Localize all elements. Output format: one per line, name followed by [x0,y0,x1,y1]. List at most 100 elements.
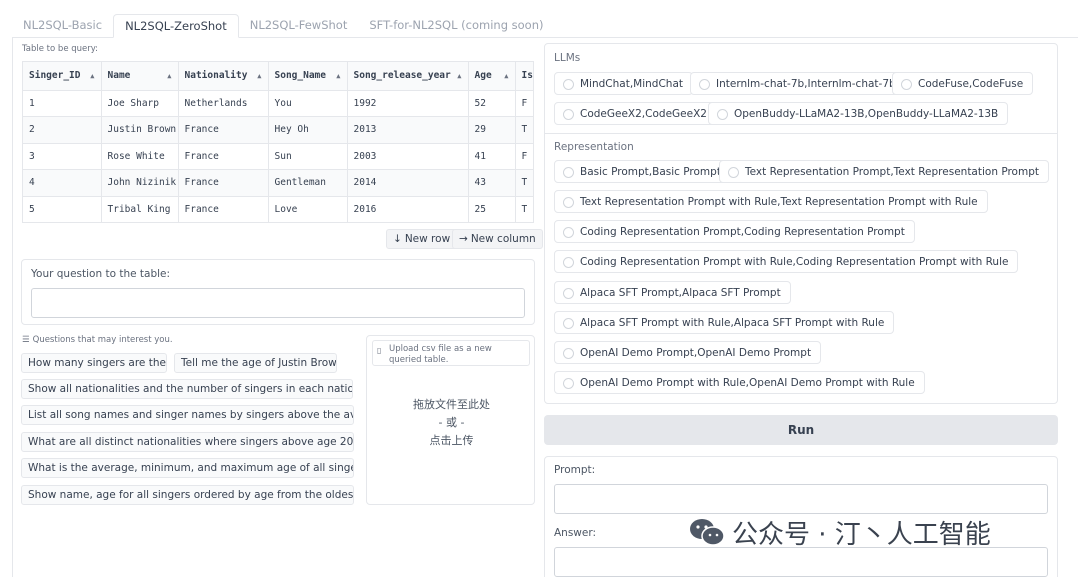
arrow-down-icon: ↓ [393,233,402,245]
table-cell[interactable]: F [515,90,533,117]
table-cell[interactable]: 29 [468,116,516,144]
llm-option-codefuse[interactable]: CodeFuse,CodeFuse [892,72,1034,95]
sort-arrow-icon[interactable]: ▲ [90,72,94,80]
representation-option[interactable]: Coding Representation Prompt,Coding Repr… [554,220,915,243]
table-cell[interactable]: John Nizinik [101,169,179,197]
table-cell[interactable]: 2 [23,116,102,144]
list-icon: ☰ [22,335,30,345]
tab-nl2sql-fewshot[interactable]: NL2SQL-FewShot [239,14,359,38]
llm-option-internlm[interactable]: Internlm-chat-7b,Internlm-chat-7b [690,72,906,95]
column-header-age[interactable]: Age ▲ [468,62,516,91]
tab-nl2sql-basic[interactable]: NL2SQL-Basic [12,14,113,38]
table-cell[interactable]: Sun [268,143,348,170]
question-input[interactable] [31,288,525,318]
representation-label: Representation [554,141,634,153]
table-cell[interactable]: T [515,116,533,144]
new-column-button[interactable]: → New column [452,229,543,249]
table-cell[interactable]: 2016 [347,196,469,222]
example-question[interactable]: Show name, age for all singers ordered b… [21,485,354,505]
table-cell[interactable]: Netherlands [178,90,269,117]
table-cell[interactable]: 2003 [347,143,469,170]
answer-textarea[interactable] [554,547,1048,577]
column-header-song-release-year[interactable]: Song_release_year ▲ [347,62,469,91]
examples-header: ☰ Questions that may interest you. [22,335,173,345]
question-box: Your question to the table: [21,259,535,325]
table-cell[interactable]: T [515,196,533,222]
table-cell[interactable]: Hey Oh [268,116,348,144]
sort-arrow-icon[interactable]: ▲ [167,72,171,80]
example-question[interactable]: What is the average, minimum, and maximu… [21,458,354,478]
llm-option-mindchat[interactable]: MindChat,MindChat [554,72,694,95]
representation-option[interactable]: Text Representation Prompt with Rule,Tex… [554,190,988,213]
upload-dropzone[interactable]: 拖放文件至此处 - 或 - 点击上传 [367,396,536,450]
sort-arrow-icon[interactable]: ▲ [504,72,508,80]
watermark: 公众号 · 汀丶人工智能 [688,514,991,550]
tab-nl2sql-zeroshot[interactable]: NL2SQL-ZeroShot [113,14,239,38]
new-row-label: New row [404,233,451,245]
column-header-singer-id[interactable]: Singer_ID ▲ [23,62,102,91]
radio-icon [563,318,574,329]
representation-option[interactable]: Alpaca SFT Prompt with Rule,Alpaca SFT P… [554,311,895,334]
column-header-is[interactable]: Is_ [515,62,533,91]
new-column-label: New column [470,233,536,245]
table-caption: Table to be query: [22,44,99,54]
table-cell[interactable]: Rose White [101,143,179,170]
table-cell[interactable]: France [178,196,269,222]
table-cell[interactable]: You [268,90,348,117]
section-divider [545,133,1057,134]
llm-option-codegeex2[interactable]: CodeGeeX2,CodeGeeX2 [554,102,717,125]
table-cell[interactable]: Gentleman [268,169,348,197]
table-cell[interactable]: 3 [23,143,102,170]
table-cell[interactable]: Joe Sharp [101,90,179,117]
table-cell[interactable]: France [178,116,269,144]
sort-arrow-icon[interactable]: ▲ [336,72,340,80]
table-cell[interactable]: 5 [23,196,102,222]
table-cell[interactable]: 52 [468,90,516,117]
representation-option[interactable]: Coding Representation Prompt with Rule,C… [554,250,1019,273]
table-cell[interactable]: 41 [468,143,516,170]
upload-area[interactable]: ▯ Upload csv file as a new queried table… [366,335,535,505]
radio-icon [563,79,574,90]
query-table: Singer_ID ▲ Name ▲ Nationality ▲ Song_Name ▲… [22,61,534,223]
table-cell[interactable]: 2013 [347,116,469,144]
table-cell[interactable]: Justin Brown [101,116,179,144]
column-header-nationality[interactable]: Nationality ▲ [178,62,269,91]
upload-or-text: - 或 - [438,416,465,429]
table-cell[interactable]: 43 [468,169,516,197]
representation-option[interactable]: Alpaca SFT Prompt,Alpaca SFT Prompt [554,281,791,304]
example-question[interactable]: Tell me the age of Justin Brown. [174,353,337,373]
tab-sft-for-nl2sql[interactable]: SFT-for-NL2SQL (coming soon) [358,14,554,38]
representation-option[interactable]: Text Representation Prompt,Text Represen… [719,160,1049,183]
table-cell[interactable]: 1 [23,90,102,117]
representation-option[interactable]: Basic Prompt,Basic Prompt [554,160,731,183]
upload-click-text: 点击上传 [429,434,474,447]
radio-icon [901,79,912,90]
table-cell[interactable]: F [515,143,533,170]
new-row-button[interactable]: ↓ New row [386,229,458,249]
table-cell[interactable]: 4 [23,169,102,197]
upload-label: ▯ Upload csv file as a new queried table… [372,340,530,366]
table-cell[interactable]: France [178,143,269,170]
sort-arrow-icon[interactable]: ▲ [257,72,261,80]
table-cell[interactable]: Love [268,196,348,222]
llm-option-openbuddy[interactable]: OpenBuddy-LLaMA2-13B,OpenBuddy-LLaMA2-13… [708,102,1009,125]
table-cell[interactable]: Tribal King [101,196,179,222]
table-cell[interactable]: 1992 [347,90,469,117]
run-button[interactable]: Run [544,415,1058,445]
table-cell[interactable]: T [515,169,533,197]
table-cell[interactable]: 2014 [347,169,469,197]
sort-arrow-icon[interactable]: ▲ [457,72,461,80]
question-label: Your question to the table: [31,268,171,280]
column-header-name[interactable]: Name ▲ [101,62,179,91]
table-cell[interactable]: France [178,169,269,197]
example-question[interactable]: How many singers are there? [21,353,167,373]
example-question[interactable]: List all song names and singer names by … [21,405,354,425]
radio-icon [563,197,574,208]
example-question[interactable]: Show all nationalities and the number of… [21,379,353,399]
table-cell[interactable]: 25 [468,196,516,222]
prompt-textarea[interactable] [554,484,1048,514]
example-question[interactable]: What are all distinct nationalities wher… [21,432,354,452]
representation-option[interactable]: OpenAI Demo Prompt,OpenAI Demo Prompt [554,341,822,364]
column-header-song-name[interactable]: Song_Name ▲ [268,62,348,91]
representation-option[interactable]: OpenAI Demo Prompt with Rule,OpenAI Demo… [554,371,925,394]
